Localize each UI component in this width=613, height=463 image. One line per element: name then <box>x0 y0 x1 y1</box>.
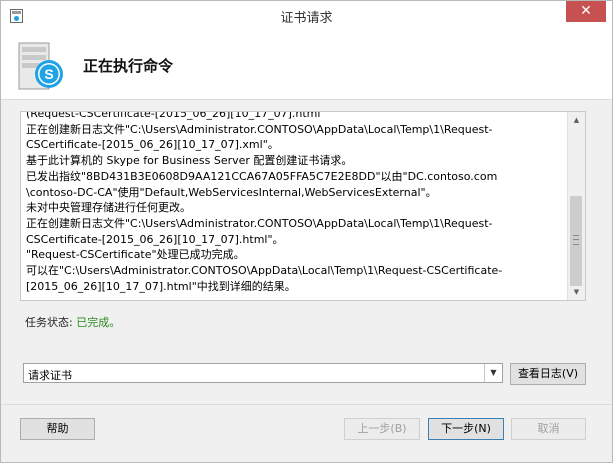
task-status: 任务状态: 已完成。 <box>25 314 120 330</box>
skype-server-icon: S <box>18 42 63 90</box>
close-button[interactable]: ✕ <box>566 1 606 22</box>
svg-text:S: S <box>44 66 53 82</box>
log-line: "Request-CSCertificate"处理已成功完成。 <box>26 248 245 262</box>
certificate-request-window: 证书请求 ✕ S 正在执行命令 (Request-CSCertificate-[… <box>0 0 613 463</box>
log-text: (Request-CSCertificate-[2015_06_26][10_1… <box>26 111 566 294</box>
chevron-down-icon[interactable]: ▼ <box>484 364 502 382</box>
footer-divider <box>1 404 612 405</box>
grip-icon <box>573 235 579 245</box>
help-button[interactable]: 帮助 <box>20 418 95 440</box>
log-scrollbar[interactable]: ▲ ▼ <box>567 112 585 300</box>
cancel-button[interactable]: 取消 <box>511 418 586 440</box>
log-line: \contoso-DC-CA"使用"Default,WebServicesInt… <box>26 185 437 199</box>
next-button[interactable]: 下一步(N) <box>428 418 504 440</box>
log-line: 正在创建新日志文件"C:\Users\Administrator.CONTOSO… <box>26 122 493 136</box>
task-status-label: 任务状态: <box>25 316 73 329</box>
task-select[interactable]: 请求证书 ▼ <box>23 363 503 383</box>
scroll-down-arrow-icon[interactable]: ▼ <box>568 284 585 300</box>
page-title: 正在执行命令 <box>83 57 174 75</box>
log-line: [2015_06_26][10_17_07].html"中找到详细的结果。 <box>26 279 296 293</box>
task-select-value: 请求证书 <box>28 369 72 382</box>
log-line: CSCertificate-[2015_06_26][10_17_07].htm… <box>26 232 284 246</box>
header-panel: S 正在执行命令 <box>1 31 612 100</box>
log-line: 正在创建新日志文件"C:\Users\Administrator.CONTOSO… <box>26 216 493 230</box>
log-line: CSCertificate-[2015_06_26][10_17_07].xml… <box>26 138 279 152</box>
window-title: 证书请求 <box>280 11 333 26</box>
log-line: 可以在"C:\Users\Administrator.CONTOSO\AppDa… <box>26 264 503 278</box>
title-bar: 证书请求 ✕ <box>1 1 612 31</box>
log-line: (Request-CSCertificate-[2015_06_26][10_1… <box>26 111 321 120</box>
log-line: 已发出指纹"8BD431B3E0608D9AA121CCA67A05FFA5C7… <box>26 169 498 183</box>
log-line: 基于此计算机的 Skype for Business Server 配置创建证书… <box>26 154 353 168</box>
view-log-button[interactable]: 查看日志(V) <box>510 363 586 385</box>
back-button[interactable]: 上一步(B) <box>344 418 420 440</box>
task-status-value: 已完成。 <box>76 316 121 329</box>
scroll-up-arrow-icon[interactable]: ▲ <box>568 112 585 128</box>
log-line: 未对中央管理存储进行任何更改。 <box>26 201 191 215</box>
command-log: (Request-CSCertificate-[2015_06_26][10_1… <box>20 111 586 301</box>
scroll-thumb[interactable] <box>570 196 582 286</box>
